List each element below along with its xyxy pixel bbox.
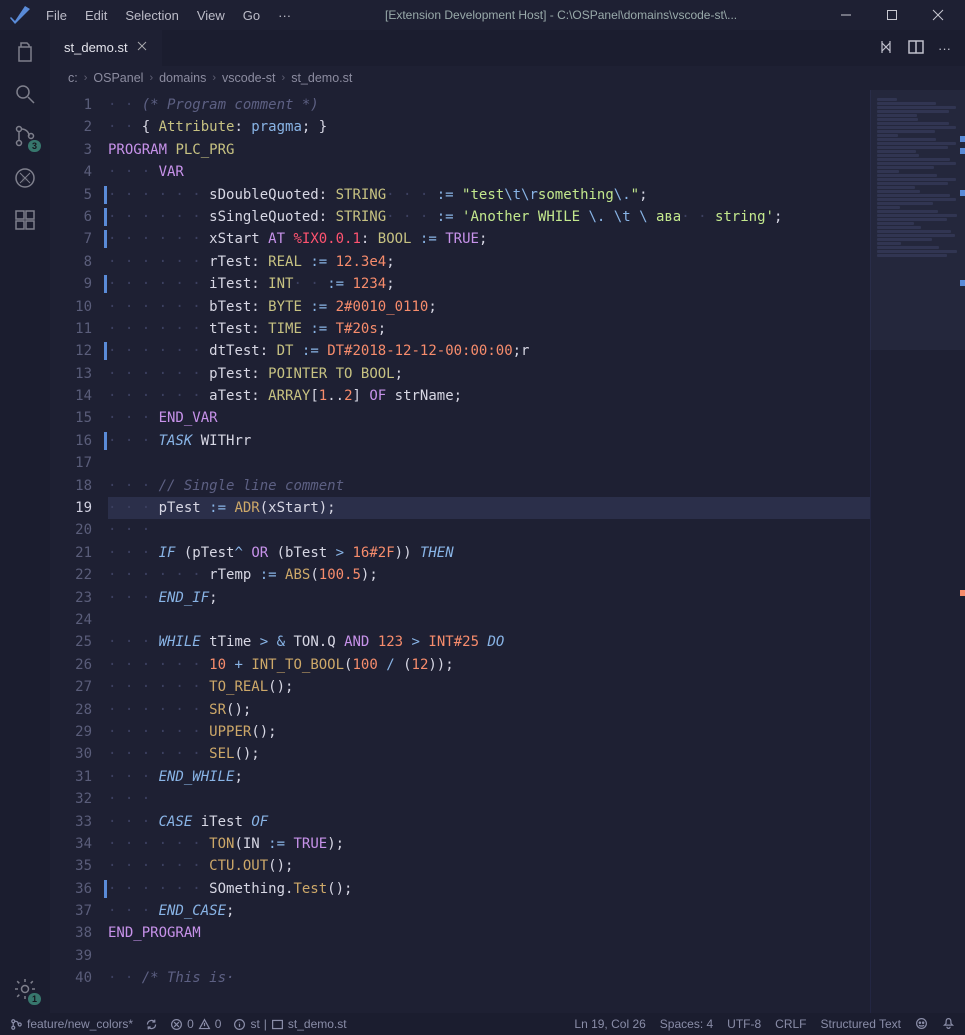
status-language[interactable]: Structured Text bbox=[821, 1017, 901, 1031]
window-title: [Extension Development Host] - C:\OSPane… bbox=[299, 8, 823, 22]
status-cursor[interactable]: Ln 19, Col 26 bbox=[574, 1017, 645, 1031]
status-info[interactable]: st | st_demo.st bbox=[233, 1017, 346, 1031]
title-bar: File Edit Selection View Go ··· [Extensi… bbox=[0, 0, 965, 30]
breadcrumbs[interactable]: c:› OSPanel› domains› vscode-st› st_demo… bbox=[50, 66, 965, 90]
status-bell-icon[interactable] bbox=[942, 1017, 955, 1031]
more-actions-icon[interactable]: ··· bbox=[938, 41, 951, 56]
status-info-text: st bbox=[250, 1017, 259, 1031]
menu-edit[interactable]: Edit bbox=[77, 4, 115, 27]
status-bar: feature/new_colors* 0 0 st | st_demo.st … bbox=[0, 1013, 965, 1035]
search-icon[interactable] bbox=[11, 80, 39, 108]
vscode-logo-icon bbox=[8, 3, 32, 27]
minimap[interactable] bbox=[870, 90, 965, 1013]
breadcrumb-item[interactable]: st_demo.st bbox=[291, 71, 352, 85]
menu-selection[interactable]: Selection bbox=[117, 4, 186, 27]
breadcrumb-item[interactable]: OSPanel bbox=[93, 71, 143, 85]
breadcrumb-item[interactable]: vscode-st bbox=[222, 71, 276, 85]
code-editor[interactable]: 1234567891011121314151617181920212223242… bbox=[50, 90, 965, 1013]
errors-count: 0 bbox=[187, 1017, 194, 1031]
settings-gear-icon[interactable]: 1 bbox=[11, 975, 39, 1003]
status-encoding[interactable]: UTF-8 bbox=[727, 1017, 761, 1031]
close-icon[interactable] bbox=[136, 40, 148, 55]
status-branch[interactable]: feature/new_colors* bbox=[10, 1017, 133, 1031]
status-feedback-icon[interactable] bbox=[915, 1017, 928, 1031]
compare-changes-icon[interactable] bbox=[878, 39, 894, 58]
status-indent[interactable]: Spaces: 4 bbox=[660, 1017, 713, 1031]
tab-bar: st_demo.st ··· bbox=[50, 30, 965, 66]
menu-overflow[interactable]: ··· bbox=[270, 4, 299, 27]
source-control-icon[interactable]: 3 bbox=[11, 122, 39, 150]
breadcrumb-item[interactable]: domains bbox=[159, 71, 206, 85]
window-minimize-button[interactable] bbox=[823, 0, 869, 30]
warnings-count: 0 bbox=[215, 1017, 222, 1031]
branch-name: feature/new_colors* bbox=[27, 1017, 133, 1031]
activity-bar: 3 1 bbox=[0, 30, 50, 1013]
status-file-text: st_demo.st bbox=[288, 1017, 347, 1031]
menu-go[interactable]: Go bbox=[235, 4, 268, 27]
explorer-icon[interactable] bbox=[11, 38, 39, 66]
menu-bar: File Edit Selection View Go bbox=[38, 4, 268, 27]
window-maximize-button[interactable] bbox=[869, 0, 915, 30]
tab-label: st_demo.st bbox=[64, 40, 128, 55]
menu-view[interactable]: View bbox=[189, 4, 233, 27]
line-number-gutter: 1234567891011121314151617181920212223242… bbox=[50, 90, 108, 1013]
breadcrumb-item[interactable]: c: bbox=[68, 71, 78, 85]
settings-badge: 1 bbox=[28, 993, 41, 1005]
status-problems[interactable]: 0 0 bbox=[170, 1017, 221, 1031]
code-content[interactable]: · · (* Program comment *)· · { Attribute… bbox=[108, 90, 965, 1013]
status-sync[interactable] bbox=[145, 1018, 158, 1031]
split-editor-icon[interactable] bbox=[908, 39, 924, 58]
extensions-icon[interactable] bbox=[11, 206, 39, 234]
status-eol[interactable]: CRLF bbox=[775, 1017, 806, 1031]
tab-st-demo[interactable]: st_demo.st bbox=[50, 30, 162, 66]
scm-badge: 3 bbox=[28, 140, 41, 152]
menu-file[interactable]: File bbox=[38, 4, 75, 27]
debug-icon[interactable] bbox=[11, 164, 39, 192]
window-close-button[interactable] bbox=[915, 0, 961, 30]
editor-group: st_demo.st ··· c:› OSPanel› domains› vsc… bbox=[50, 30, 965, 1013]
